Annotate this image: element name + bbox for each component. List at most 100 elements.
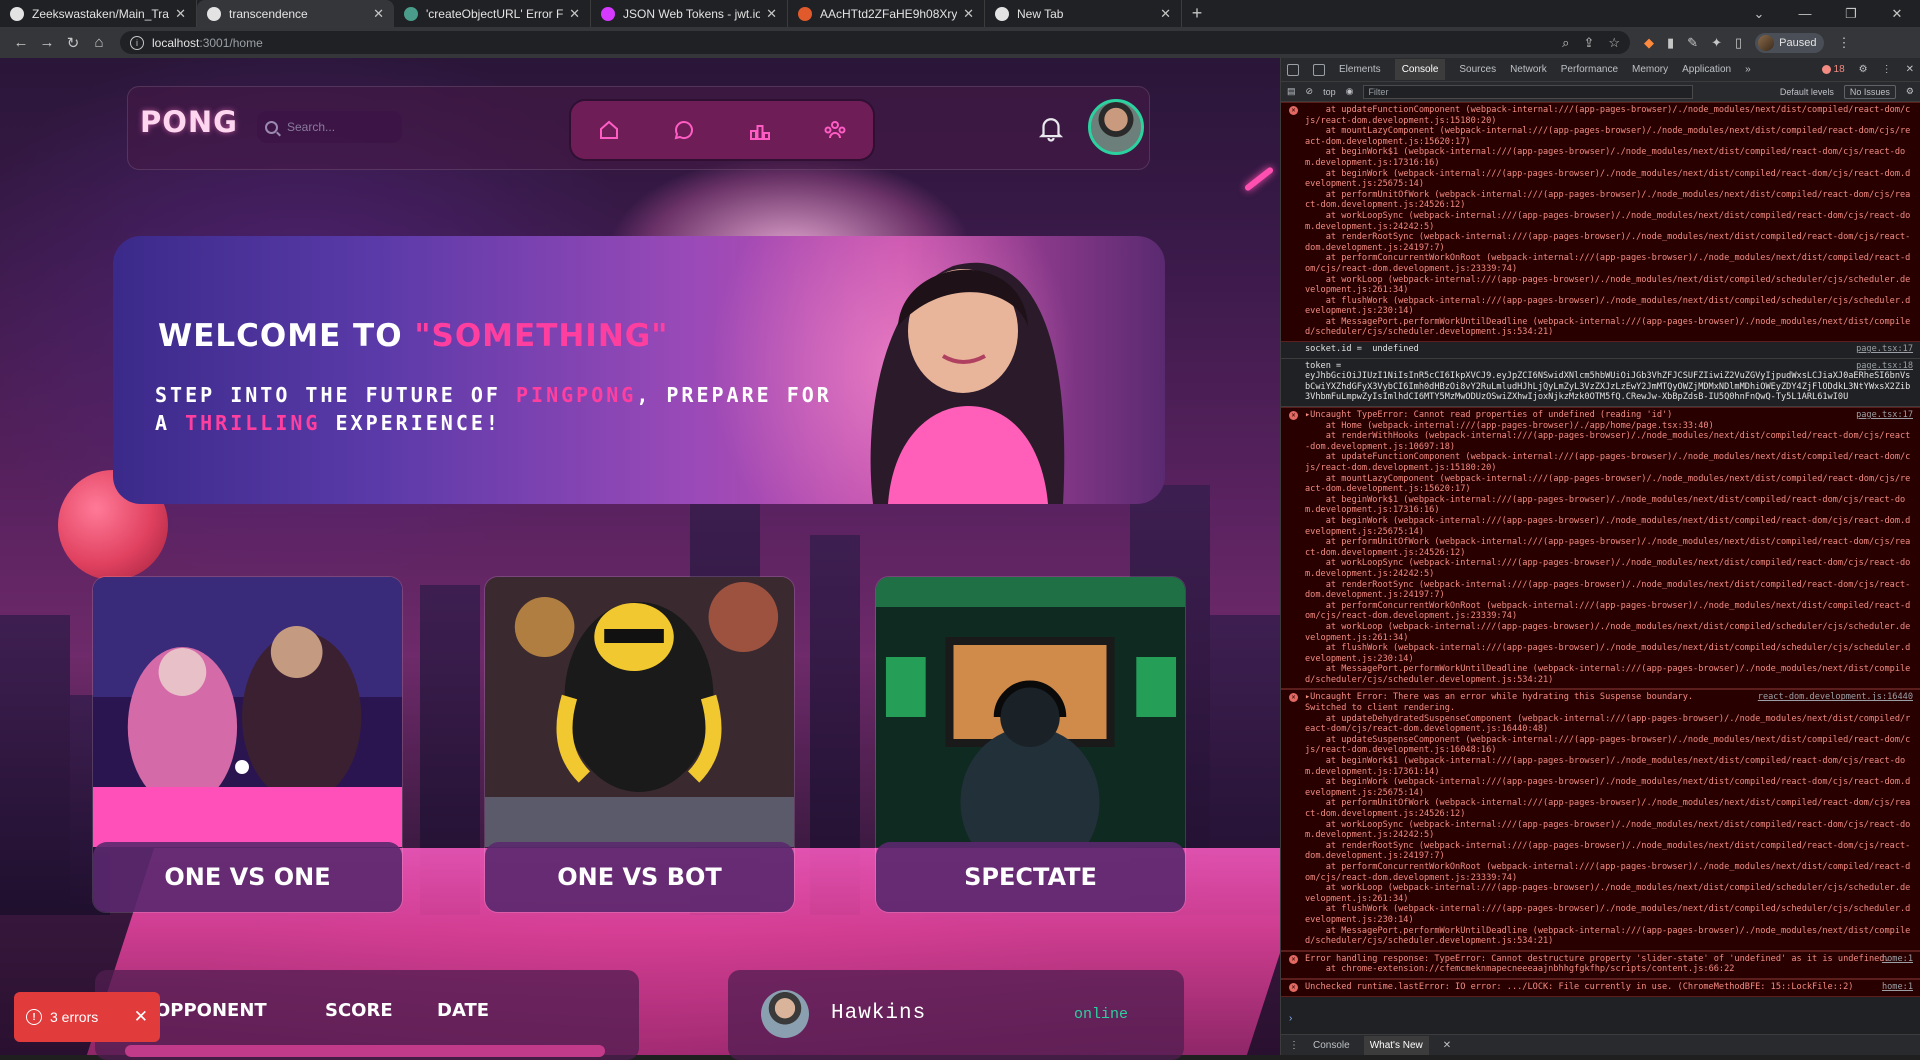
- search-box: [257, 111, 402, 143]
- browser-tab[interactable]: 'createObjectURL' Error F ✕: [394, 0, 591, 27]
- browser-tab[interactable]: transcendence ✕: [197, 0, 394, 27]
- new-tab-button[interactable]: +: [1182, 0, 1212, 27]
- mode-card-spectate[interactable]: SPECTATE: [875, 576, 1186, 913]
- close-window-button[interactable]: ✕: [1874, 6, 1920, 22]
- tab-close-icon[interactable]: ✕: [175, 6, 186, 22]
- extensions-puzzle-icon[interactable]: ✦: [1711, 35, 1722, 51]
- devtools-close-icon[interactable]: ✕: [1906, 64, 1914, 75]
- error-toast[interactable]: ! 3 errors ✕: [14, 992, 160, 1042]
- drawer-menu-icon[interactable]: ⋮: [1289, 1040, 1299, 1051]
- back-button[interactable]: ←: [8, 34, 34, 51]
- tab-close-icon[interactable]: ✕: [963, 6, 974, 22]
- tab-close-icon[interactable]: ✕: [766, 6, 777, 22]
- minimize-button[interactable]: —: [1782, 6, 1828, 21]
- friends-nav-icon[interactable]: [821, 116, 849, 144]
- tab-title: transcendence: [229, 6, 308, 21]
- message-source-link[interactable]: page.tsx:17: [1856, 344, 1913, 355]
- notification-bell-icon[interactable]: [1036, 113, 1066, 143]
- zoom-icon[interactable]: ⌕: [1562, 35, 1569, 51]
- close-icon[interactable]: ✕: [134, 1007, 148, 1027]
- console-error-message[interactable]: ✕ at updateFunctionComponent (webpack-in…: [1281, 102, 1920, 343]
- browser-tab[interactable]: JSON Web Tokens - jwt.io ✕: [591, 0, 788, 27]
- hero-sub-highlight: PINGPONG: [515, 383, 637, 407]
- clear-console-icon[interactable]: ⊘: [1306, 86, 1314, 97]
- devtools-tab[interactable]: Performance: [1561, 64, 1618, 75]
- chat-nav-icon[interactable]: [670, 116, 698, 144]
- message-text: Unchecked runtime.lastError: IO error: .…: [1305, 981, 1854, 992]
- devtools-tab[interactable]: Console: [1394, 59, 1446, 80]
- friend-avatar[interactable]: [761, 990, 809, 1038]
- extension-pen-icon[interactable]: ✎: [1687, 35, 1698, 51]
- spectate-illustration: [876, 577, 1185, 847]
- console-log-message[interactable]: page.tsx:18 token = eyJhbGciOiJIUzI1NiIsI…: [1281, 358, 1920, 408]
- app-logo[interactable]: PONG: [140, 105, 238, 139]
- message-source-link[interactable]: home:1: [1882, 982, 1913, 993]
- drawer-tab-close-icon[interactable]: ✕: [1443, 1040, 1451, 1051]
- share-icon[interactable]: ⇪: [1583, 35, 1594, 51]
- hero-banner: WELCOME TO "SOMETHING" STEP INTO THE FUT…: [113, 236, 1165, 504]
- devtools-tab[interactable]: Elements: [1339, 64, 1381, 75]
- mode-card-one-vs-bot[interactable]: ONE VS BOT: [484, 576, 795, 913]
- site-info-icon[interactable]: i: [130, 35, 144, 50]
- leaderboard-nav-icon[interactable]: [746, 116, 774, 144]
- omnibox[interactable]: i localhost:3001/home ⌕ ⇪ ☆: [120, 31, 1630, 54]
- live-expression-icon[interactable]: ◉: [1346, 86, 1354, 97]
- devtools-error-badge[interactable]: 18: [1821, 64, 1845, 75]
- reload-button[interactable]: ↻: [60, 34, 86, 52]
- devtools-tab[interactable]: Network: [1510, 64, 1547, 75]
- extension-icon[interactable]: ▮: [1667, 35, 1674, 51]
- tab-close-icon[interactable]: ✕: [1160, 6, 1171, 22]
- devtools-menu-icon[interactable]: ⋮: [1882, 64, 1892, 75]
- maximize-button[interactable]: ❐: [1828, 6, 1874, 22]
- sidebar-toggle-icon[interactable]: ▤: [1287, 86, 1296, 97]
- drawer-tab-whats-new[interactable]: What's New: [1363, 1035, 1429, 1055]
- console-error-message[interactable]: ✕ react-dom.development.js:16440 ▸Uncaught…: [1281, 689, 1920, 951]
- home-button[interactable]: ⌂: [86, 34, 112, 51]
- console-error-message[interactable]: ✕ home:1 Unchecked runtime.lastError: IO e…: [1281, 978, 1920, 997]
- issues-button[interactable]: No Issues: [1843, 84, 1896, 99]
- search-input[interactable]: [287, 120, 387, 134]
- console-log-message[interactable]: page.tsx:17 socket.id = undefined: [1281, 342, 1920, 359]
- log-levels-dropdown[interactable]: Default levels: [1780, 87, 1834, 97]
- console-filter-input[interactable]: Filter: [1363, 84, 1694, 99]
- more-tabs-icon[interactable]: »: [1745, 64, 1751, 75]
- message-source-link[interactable]: home:1: [1882, 954, 1913, 965]
- mode-card-one-vs-one[interactable]: ONE VS ONE: [92, 576, 403, 913]
- console-settings-icon[interactable]: ⚙: [1906, 86, 1914, 97]
- profile-button[interactable]: Paused: [1755, 32, 1825, 53]
- history-row: [125, 1045, 605, 1057]
- devtools-settings-icon[interactable]: ⚙: [1859, 64, 1868, 75]
- tab-list: Zeekswastaken/Main_Tra ✕ transcendence ✕'cr…: [0, 0, 1182, 27]
- console-error-message[interactable]: ✕ home:1 Error handling response: TypeErro…: [1281, 950, 1920, 979]
- console-error-message[interactable]: ✕ page.tsx:17 ▸Uncaught TypeError: Cannot …: [1281, 407, 1920, 690]
- device-toggle-icon[interactable]: [1313, 63, 1325, 76]
- chrome-menu-icon[interactable]: ⋮: [1837, 35, 1850, 51]
- console-toolbar: ▤ ⊘ top ◉ Filter Default levels No Issue…: [1281, 82, 1920, 102]
- tab-search-icon[interactable]: ⌄: [1736, 6, 1782, 22]
- home-nav-icon[interactable]: [595, 116, 623, 144]
- devtools-tab[interactable]: Memory: [1632, 64, 1668, 75]
- browser-tab[interactable]: New Tab ✕: [985, 0, 1182, 27]
- error-icon: ✕: [1289, 982, 1298, 992]
- browser-tab[interactable]: Zeekswastaken/Main_Tra ✕: [0, 0, 197, 27]
- drawer-tab-console[interactable]: Console: [1313, 1040, 1350, 1051]
- tab-close-icon[interactable]: ✕: [373, 6, 384, 22]
- message-source-link[interactable]: page.tsx:18: [1856, 361, 1913, 372]
- friend-name[interactable]: Hawkins: [831, 1002, 926, 1025]
- user-avatar[interactable]: [1088, 99, 1144, 155]
- tab-close-icon[interactable]: ✕: [569, 6, 580, 22]
- message-source-link[interactable]: page.tsx:17: [1856, 410, 1913, 421]
- extension-icon[interactable]: ◆: [1644, 35, 1654, 51]
- devtools-tab[interactable]: Application: [1682, 64, 1731, 75]
- browser-tab[interactable]: AAcHTtd2ZFaHE9h08Xry ✕: [788, 0, 985, 27]
- console-prompt[interactable]: ›: [1281, 1013, 1920, 1027]
- forward-button[interactable]: →: [34, 34, 60, 51]
- console-output[interactable]: ✕ at updateFunctionComponent (webpack-in…: [1281, 102, 1920, 1032]
- devtools-tab[interactable]: Sources: [1459, 64, 1496, 75]
- message-source-link[interactable]: react-dom.development.js:16440: [1758, 692, 1913, 703]
- inspect-icon[interactable]: [1287, 63, 1299, 76]
- side-panel-icon[interactable]: ▯: [1735, 35, 1742, 51]
- url-host: localhost: [152, 35, 200, 50]
- bookmark-star-icon[interactable]: ☆: [1608, 35, 1620, 51]
- context-selector[interactable]: top: [1323, 87, 1336, 97]
